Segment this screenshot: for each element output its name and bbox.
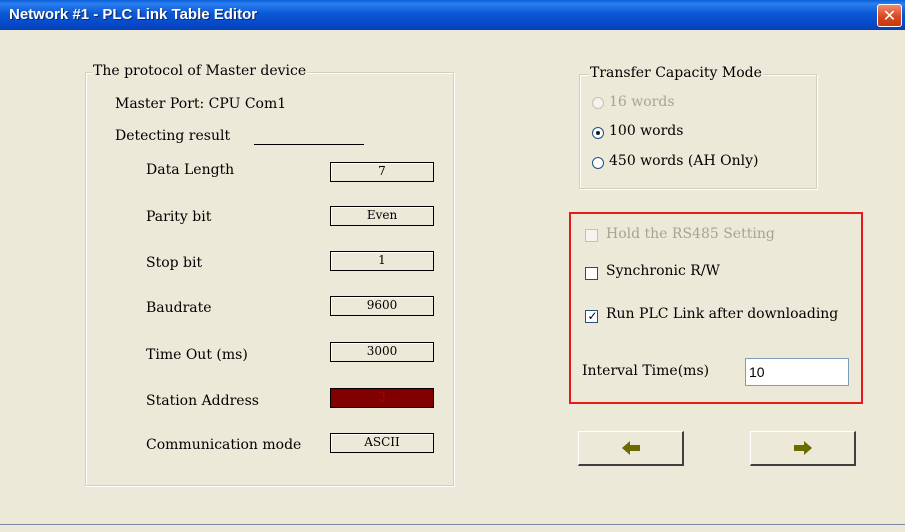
next-button[interactable]	[750, 431, 856, 466]
run-plc-link-checkbox[interactable]: ✓	[585, 309, 598, 323]
baudrate-value: 9600	[330, 296, 434, 316]
previous-button[interactable]	[578, 431, 684, 466]
close-button[interactable]: ✕	[877, 4, 902, 27]
master-protocol-group-title: The protocol of Master device	[92, 63, 308, 79]
close-icon: ✕	[882, 6, 897, 25]
interval-time-input[interactable]	[745, 358, 849, 386]
baudrate-label: Baudrate	[146, 300, 212, 316]
radio-100-words[interactable]	[592, 127, 604, 139]
communication-mode-label: Communication mode	[146, 437, 302, 453]
window-title: Network #1 - PLC Link Table Editor	[9, 6, 258, 23]
arrow-right-icon	[794, 441, 812, 455]
station-address-label: Station Address	[146, 393, 259, 409]
data-length-label: Data Length	[146, 162, 235, 178]
window-bottom-edge	[0, 524, 905, 525]
checkmark-icon: ✓	[587, 309, 598, 323]
timeout-label: Time Out (ms)	[146, 347, 248, 363]
detecting-result-value-line	[254, 144, 364, 145]
radio-100-words-label: 100 words	[609, 123, 684, 139]
parity-bit-value: Even	[330, 206, 434, 226]
stop-bit-label: Stop bit	[146, 255, 203, 271]
stop-bit-value: 1	[330, 251, 434, 271]
plc-link-table-editor-window: Network #1 - PLC Link Table Editor ✕ The…	[0, 0, 905, 532]
hold-rs485-label: Hold the RS485 Setting	[606, 226, 775, 242]
radio-16-words-label: 16 words	[609, 94, 675, 110]
interval-time-label: Interval Time(ms)	[582, 363, 710, 379]
parity-bit-label: Parity bit	[146, 209, 212, 225]
arrow-left-icon	[622, 441, 640, 455]
radio-16-words[interactable]	[592, 97, 604, 109]
radio-450-words[interactable]	[592, 157, 604, 169]
hold-rs485-checkbox[interactable]	[585, 229, 598, 242]
detecting-result-label: Detecting result	[115, 128, 231, 144]
radio-selected-dot	[596, 131, 600, 135]
data-length-value: 7	[330, 162, 434, 182]
synchronic-rw-label: Synchronic R/W	[606, 263, 720, 279]
transfer-capacity-group-title: Transfer Capacity Mode	[589, 65, 763, 81]
communication-mode-value: ASCII	[330, 433, 434, 453]
radio-450-words-label: 450 words (AH Only)	[609, 153, 759, 169]
synchronic-rw-checkbox[interactable]	[585, 267, 598, 280]
timeout-value: 3000	[330, 342, 434, 362]
station-address-value: 3	[330, 388, 434, 408]
title-bar[interactable]: Network #1 - PLC Link Table Editor ✕	[0, 0, 905, 30]
master-port-label: Master Port: CPU Com1	[115, 96, 287, 112]
run-plc-link-label: Run PLC Link after downloading	[606, 306, 839, 322]
